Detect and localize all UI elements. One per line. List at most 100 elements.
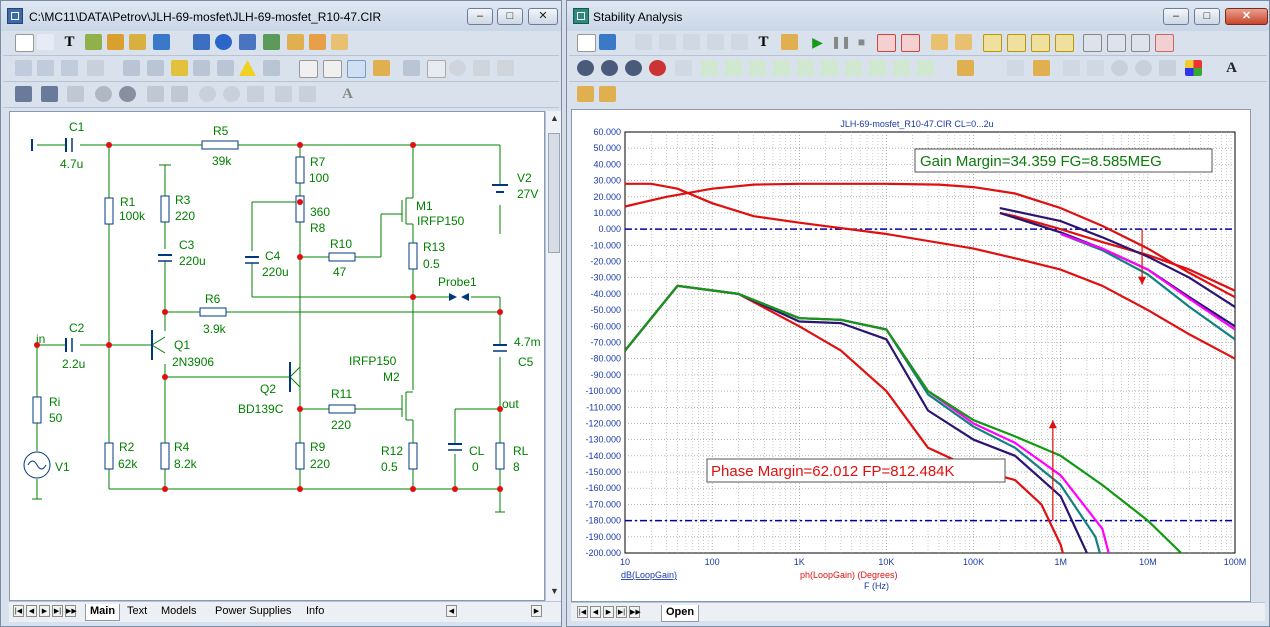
flash-icon[interactable]	[171, 60, 188, 76]
layout3-icon[interactable]	[1031, 34, 1050, 52]
schematic-titlebar[interactable]: C:\MC11\DATA\Petrov\JLH-69-mosfet\JLH-69…	[1, 1, 561, 31]
tab-open[interactable]: Open	[661, 605, 700, 622]
box-icon[interactable]	[427, 60, 446, 78]
hscroll-right-icon[interactable]: ▶	[531, 605, 542, 617]
calc-icon[interactable]	[287, 34, 304, 50]
globe-icon[interactable]	[263, 34, 280, 50]
zoom-region-icon[interactable]	[347, 60, 366, 78]
edit-icon[interactable]	[331, 34, 348, 50]
cursor2-icon[interactable]	[901, 34, 920, 52]
clipboard-icon[interactable]	[957, 60, 974, 76]
probe-icon[interactable]	[123, 60, 140, 76]
plot-select-icon[interactable]	[577, 34, 596, 52]
tab-end-icon[interactable]: ▶▶	[65, 605, 77, 617]
valley-icon[interactable]	[601, 60, 618, 76]
select-tool-icon[interactable]	[15, 34, 34, 52]
plot-tab-last-icon[interactable]: ▶|	[616, 606, 627, 618]
zoom-box-icon[interactable]	[1063, 60, 1080, 76]
flip-y-icon[interactable]	[497, 60, 514, 76]
grid-icon[interactable]	[87, 60, 104, 76]
grid1-icon[interactable]	[1083, 34, 1102, 52]
zoom-fit-icon[interactable]	[247, 86, 264, 102]
grid3-icon[interactable]	[1131, 34, 1150, 52]
plot-tab-next-icon[interactable]: ▶	[603, 606, 614, 618]
scroll-up-icon[interactable]: ▲	[548, 113, 561, 126]
wave2-icon[interactable]	[725, 60, 742, 76]
copy-icon[interactable]	[171, 86, 188, 102]
select-all-icon[interactable]	[403, 60, 420, 76]
calc2-icon[interactable]	[1033, 60, 1050, 76]
scale-icon[interactable]	[635, 34, 652, 50]
doc-icon[interactable]	[67, 86, 84, 102]
grid-dots-icon[interactable]	[263, 60, 280, 76]
wave5-icon[interactable]	[797, 60, 814, 76]
tab-last-icon[interactable]: ▶|	[52, 605, 63, 617]
wave10-icon[interactable]	[917, 60, 934, 76]
plot-props-icon[interactable]	[781, 34, 798, 50]
cascade-icon[interactable]	[599, 86, 616, 102]
tab-text[interactable]: Text	[123, 604, 151, 620]
hscroll-left-icon[interactable]: ◀	[446, 605, 457, 617]
info-icon[interactable]	[215, 34, 232, 50]
pan-icon[interactable]	[1087, 60, 1104, 76]
high-icon[interactable]	[625, 60, 642, 76]
stop-icon[interactable]	[119, 86, 136, 102]
scroll-down-icon[interactable]: ▼	[548, 586, 561, 599]
find-icon[interactable]	[41, 86, 58, 102]
stability-titlebar[interactable]: Stability Analysis – □ ✕	[567, 1, 1269, 31]
layout1-icon[interactable]	[983, 34, 1002, 52]
layout-icon[interactable]	[299, 86, 316, 102]
wave3-icon[interactable]	[749, 60, 766, 76]
warning-icon[interactable]	[239, 60, 256, 76]
plot-text-icon[interactable]: T	[755, 34, 772, 50]
pen-tool-icon[interactable]	[107, 34, 124, 50]
flag-tool-icon[interactable]	[193, 34, 210, 50]
font-icon[interactable]: A	[339, 86, 356, 102]
component-tool-icon[interactable]	[129, 34, 146, 50]
wire-tool-icon[interactable]	[37, 34, 54, 50]
tag-icon[interactable]	[675, 60, 692, 76]
fit-icon[interactable]	[931, 34, 948, 50]
tab-power-supplies[interactable]: Power Supplies	[211, 604, 295, 620]
plot-maximize-button[interactable]: □	[1194, 8, 1220, 25]
wave9-icon[interactable]	[893, 60, 910, 76]
tab-models[interactable]: Models	[157, 604, 200, 620]
plot-zoom-in-icon[interactable]	[1111, 60, 1128, 76]
flip-x-icon[interactable]	[473, 60, 490, 76]
plot-minimize-button[interactable]: –	[1163, 8, 1189, 25]
page2-icon[interactable]	[323, 60, 342, 78]
fx-icon[interactable]	[731, 34, 748, 50]
zoom-out-icon[interactable]	[223, 86, 240, 102]
color-icon[interactable]	[1185, 60, 1202, 76]
fit2-icon[interactable]	[955, 34, 972, 50]
copy-tool-icon[interactable]	[153, 34, 170, 50]
text-tool-icon[interactable]: T	[61, 34, 78, 50]
down-icon[interactable]	[95, 86, 112, 102]
stop-run-icon[interactable]: ■	[853, 34, 870, 50]
rotate-icon[interactable]	[449, 60, 466, 76]
export-icon[interactable]	[1155, 34, 1174, 52]
stepping-icon[interactable]	[217, 60, 234, 76]
tab-prev-icon[interactable]: ◀	[26, 605, 37, 617]
paste-icon[interactable]	[373, 60, 390, 76]
line-tool-icon[interactable]	[85, 34, 102, 50]
plot-zoom-fit-icon[interactable]	[1159, 60, 1176, 76]
page-icon[interactable]	[299, 60, 318, 78]
plot-close-button[interactable]: ✕	[1225, 8, 1268, 25]
peak-icon[interactable]	[577, 60, 594, 76]
plot-tab-first-icon[interactable]: |◀	[577, 606, 588, 618]
plot-tab-end-icon[interactable]: ▶▶	[629, 606, 641, 618]
tab-next-icon[interactable]: ▶	[39, 605, 50, 617]
zoom-in-icon[interactable]	[199, 86, 216, 102]
low-icon[interactable]	[649, 60, 666, 76]
tile-icon[interactable]	[577, 86, 594, 102]
plot-font-icon[interactable]: A	[1223, 60, 1240, 76]
branch-icon[interactable]	[193, 60, 210, 76]
help-icon[interactable]	[239, 34, 256, 50]
wave8-icon[interactable]	[869, 60, 886, 76]
pin-icon[interactable]	[61, 60, 78, 76]
wave1-icon[interactable]	[701, 60, 718, 76]
layout4-icon[interactable]	[1055, 34, 1074, 52]
attr-icon[interactable]	[15, 60, 32, 76]
scroll-thumb[interactable]	[548, 133, 560, 253]
